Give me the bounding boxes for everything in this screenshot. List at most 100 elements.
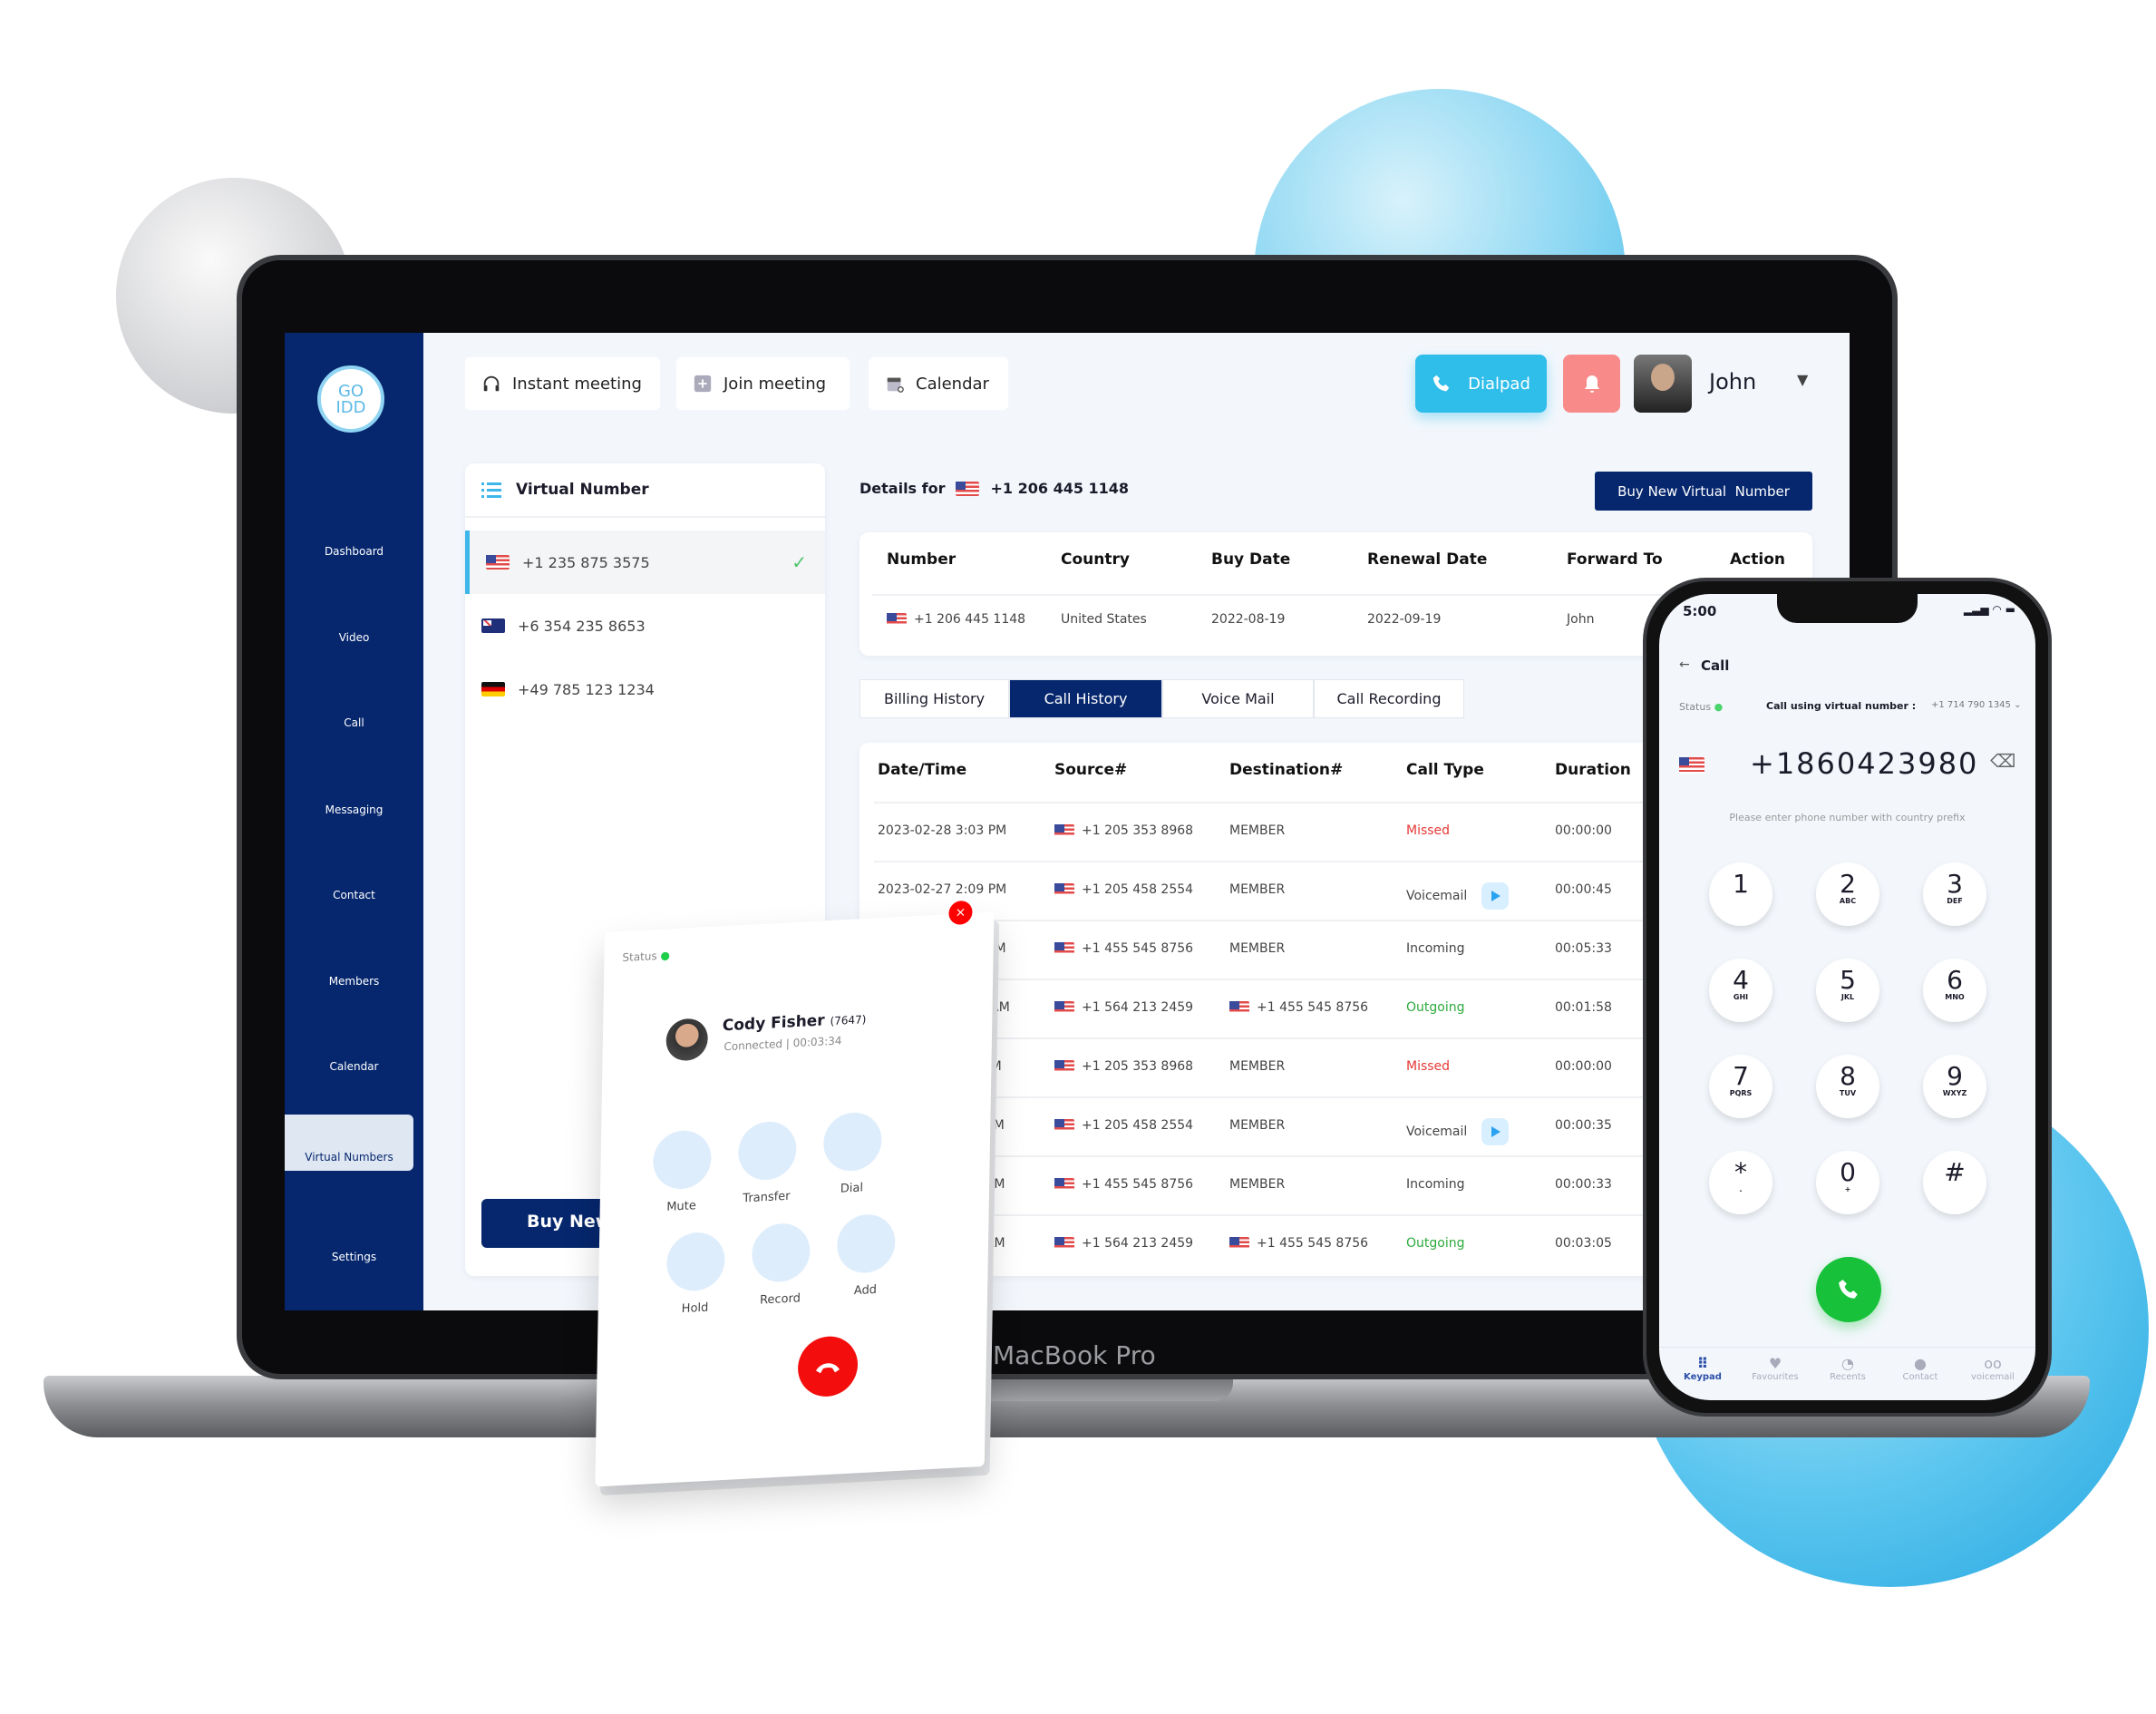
us-flag-icon — [1054, 1237, 1074, 1250]
logo-text: IDD — [335, 398, 366, 417]
buy-new-virtual-number-button[interactable]: Buy New Virtual Number — [1595, 472, 1812, 511]
avatar[interactable] — [1634, 355, 1692, 413]
join-meeting-label: Join meeting — [724, 374, 827, 394]
calendar-icon — [343, 1031, 366, 1055]
column-header: Duration — [1555, 761, 1631, 779]
phone-tab-contact[interactable]: ● Contact — [1884, 1348, 1957, 1382]
instant-meeting-button[interactable]: Instant meeting — [465, 357, 660, 410]
transfer-button[interactable] — [737, 1120, 797, 1182]
key-6[interactable]: 6 MNO — [1923, 959, 1986, 1022]
key-1[interactable]: 1 — [1709, 862, 1772, 926]
sidebar-item-label: Settings — [331, 1251, 377, 1263]
table-cell: +1 205 458 2554 — [1054, 882, 1193, 897]
tab-call-history[interactable]: Call History — [1009, 679, 1162, 718]
key-2[interactable]: 2 ABC — [1816, 862, 1879, 926]
tab-voice-mail[interactable]: Voice Mail — [1162, 679, 1314, 718]
phone-tab-recents[interactable]: ◔ Recents — [1811, 1348, 1884, 1382]
us-flag-icon[interactable] — [1679, 756, 1704, 774]
close-icon[interactable]: × — [948, 900, 973, 926]
hang-up-icon — [816, 1363, 840, 1374]
key-#[interactable]: # — [1923, 1151, 1986, 1214]
virtual-number-item[interactable]: +6 354 235 8653 — [465, 594, 825, 657]
column-header: Action — [1730, 550, 1785, 569]
us-flag-icon — [1054, 883, 1074, 896]
key-letters: WXYZ — [1942, 1089, 1967, 1097]
table-cell: 00:00:00 — [1555, 1059, 1612, 1074]
calendar-button[interactable]: Calendar — [869, 357, 1008, 410]
key-letters: MNO — [1945, 993, 1965, 1001]
sidebar-item-virtual-numbers[interactable]: Virtual Numbers — [285, 1115, 413, 1171]
join-meeting-button[interactable]: Join meeting — [676, 357, 850, 410]
sidebar-item-calendar[interactable]: Calendar — [285, 1031, 423, 1073]
status-label: Status — [1679, 701, 1712, 713]
call-button[interactable] — [1816, 1257, 1881, 1322]
sidebar-item-label: Call — [344, 716, 364, 729]
hang-up-button[interactable] — [797, 1334, 859, 1398]
hold-button[interactable] — [665, 1231, 725, 1292]
table-cell: +1 455 545 8756 — [1229, 1000, 1368, 1015]
date-value: 2023-02-27 2:09 PM — [878, 882, 1007, 897]
backspace-icon[interactable]: ⌫ — [1990, 750, 2015, 772]
details-value: John — [1567, 612, 1595, 627]
key-0[interactable]: 0 + — [1816, 1151, 1879, 1214]
table-cell: Incoming — [1406, 941, 1465, 956]
phone-tab-label: Favourites — [1752, 1372, 1799, 1382]
sidebar-item-video[interactable]: Video — [285, 602, 423, 644]
phone-tab-favourites[interactable]: ♥ Favourites — [1739, 1348, 1811, 1382]
key-letters: PQRS — [1729, 1089, 1753, 1097]
add-button[interactable] — [836, 1212, 896, 1275]
source-value: +1 205 353 8968 — [1082, 823, 1194, 838]
key-*[interactable]: *. — [1709, 1151, 1772, 1214]
logo[interactable]: GO IDD — [317, 365, 384, 433]
phone-tab-label: Contact — [1902, 1372, 1938, 1382]
sidebar-item-members[interactable]: Members — [285, 946, 423, 988]
sidebar-item-contact[interactable]: Contact — [285, 860, 423, 901]
key-3[interactable]: 3 DEF — [1923, 862, 1986, 926]
table-cell: MEMBER — [1229, 823, 1285, 838]
bell-icon — [1584, 375, 1599, 393]
tab-call-recording[interactable]: Call Recording — [1314, 679, 1464, 718]
play-voicemail-icon[interactable] — [1481, 1118, 1510, 1145]
notifications-button[interactable] — [1563, 355, 1620, 413]
dest-value: MEMBER — [1229, 1118, 1286, 1133]
sidebar-item-label: Calendar — [329, 1060, 379, 1073]
dialed-number[interactable]: +1860423980 — [1750, 746, 1978, 781]
mute-button[interactable] — [652, 1129, 712, 1191]
sidebar-item-messaging[interactable]: Messaging — [285, 774, 423, 816]
sidebar-item-call[interactable]: Call — [285, 687, 423, 729]
source-value: +1 205 458 2554 — [1082, 882, 1194, 897]
dialpad-button[interactable]: Dialpad — [1415, 355, 1547, 413]
play-voicemail-icon[interactable] — [1481, 882, 1510, 910]
list-icon — [337, 1122, 361, 1145]
phone-tab-voicemail[interactable]: oo voicemail — [1957, 1348, 2029, 1382]
column-header: Source# — [1054, 761, 1128, 779]
check-circle-icon: ✓ — [792, 551, 807, 573]
sidebar-item-settings[interactable]: Settings — [285, 1222, 423, 1263]
phone-device: 5:00 ▂▃▅ ◠ ▬ ← Call Status ● Call using … — [1643, 578, 2052, 1417]
details-value: United States — [1061, 612, 1147, 627]
phone-tab-keypad[interactable]: ⠿ Keypad — [1666, 1348, 1739, 1382]
table-cell: +1 205 458 2554 — [1054, 1118, 1193, 1133]
dial-button[interactable] — [822, 1111, 882, 1173]
chevron-down-icon[interactable]: ▼ — [1797, 371, 1808, 388]
record-button[interactable] — [751, 1222, 811, 1284]
virtual-number-select[interactable]: +1 714 790 1345 ⌄ — [1931, 700, 2021, 710]
key-9[interactable]: 9 WXYZ — [1923, 1055, 1986, 1118]
dest-value: MEMBER — [1229, 1059, 1286, 1074]
table-cell: MEMBER — [1229, 941, 1285, 956]
key-7[interactable]: 7 PQRS — [1709, 1055, 1772, 1118]
details-value: +1 206 445 1148 — [914, 612, 1026, 627]
key-digit: * — [1734, 1157, 1747, 1187]
key-5[interactable]: 5 JKL — [1816, 959, 1879, 1022]
signal-battery-icon: ▂▃▅ ◠ ▬ — [1963, 603, 2015, 616]
details-cell: +1 206 445 1148 — [887, 612, 1025, 627]
key-8[interactable]: 8 TUV — [1816, 1055, 1879, 1118]
virtual-number-item[interactable]: +49 785 123 1234 — [465, 657, 825, 721]
key-4[interactable]: 4 GHI — [1709, 959, 1772, 1022]
virtual-number-item[interactable]: +1 235 875 3575 ✓ — [465, 531, 825, 594]
tab-billing-history[interactable]: Billing History — [859, 679, 1009, 718]
back-arrow-icon[interactable]: ← — [1679, 657, 1690, 672]
sidebar-item-dashboard[interactable]: Dashboard — [285, 516, 423, 558]
table-cell: +1 455 545 8756 — [1054, 1177, 1193, 1192]
us-flag-icon — [887, 613, 907, 626]
